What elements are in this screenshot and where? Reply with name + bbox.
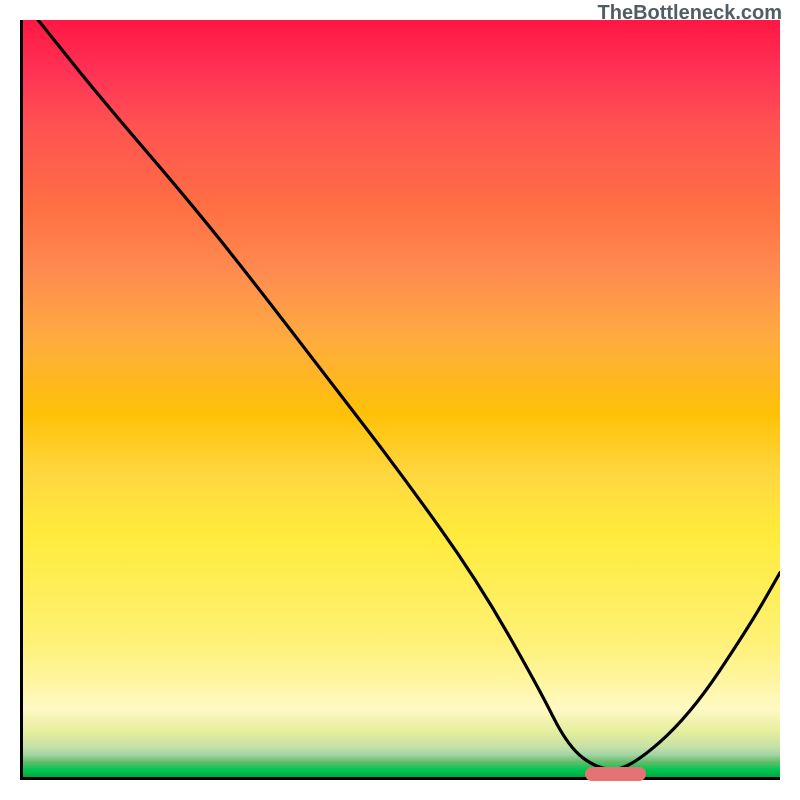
- bottleneck-curve: [23, 20, 780, 777]
- chart-container: TheBottleneck.com: [0, 0, 800, 800]
- plot-area: [20, 20, 780, 780]
- optimal-range-marker: [585, 767, 646, 781]
